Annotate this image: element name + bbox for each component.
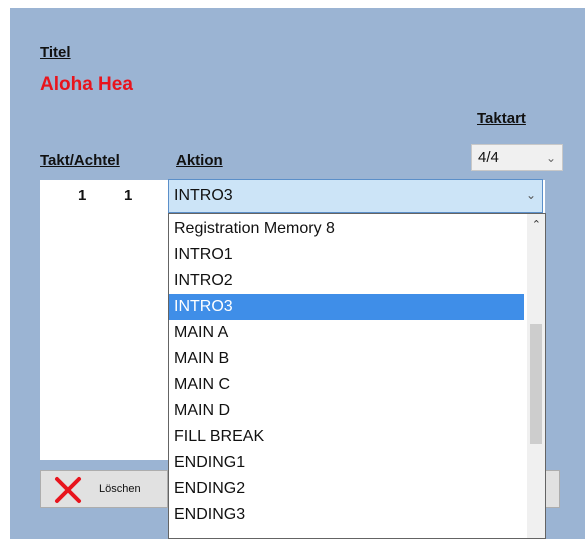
- chevron-down-icon: ⌄: [545, 151, 556, 165]
- dropdown-option[interactable]: Registration Memory 8: [169, 216, 524, 242]
- scrollbar-thumb[interactable]: [530, 324, 542, 444]
- dropdown-option[interactable]: ENDING2: [169, 476, 524, 502]
- dropdown-option[interactable]: MAIN A: [169, 320, 524, 346]
- aktion-dropdown-list[interactable]: Registration Memory 8 INTRO1 INTRO2 INTR…: [168, 213, 546, 539]
- dropdown-scrollbar[interactable]: ⌃: [527, 214, 545, 538]
- delete-button[interactable]: Löschen: [40, 470, 168, 508]
- dropdown-option[interactable]: MAIN C: [169, 372, 524, 398]
- taktart-label: Taktart: [477, 110, 526, 127]
- delete-x-icon: [55, 477, 81, 503]
- dropdown-option[interactable]: INTRO1: [169, 242, 524, 268]
- dropdown-option-selected[interactable]: INTRO3: [169, 294, 524, 320]
- song-title: Aloha Hea: [40, 74, 133, 95]
- taktart-select[interactable]: 4/4 ⌄: [471, 144, 563, 171]
- aktion-combobox[interactable]: INTRO3 ⌄: [168, 179, 543, 213]
- dropdown-option[interactable]: MAIN D: [169, 398, 524, 424]
- delete-button-label: Löschen: [99, 483, 141, 495]
- dropdown-option[interactable]: ENDING3: [169, 502, 524, 528]
- title-label: Titel: [40, 44, 71, 61]
- row-takt: 1: [78, 187, 87, 204]
- chevron-down-icon[interactable]: ⌄: [526, 188, 536, 202]
- column-header-takt-achtel: Takt/Achtel: [40, 152, 120, 169]
- dropdown-option[interactable]: MAIN B: [169, 346, 524, 372]
- action-button-partial[interactable]: [546, 470, 560, 508]
- aktion-value: INTRO3: [174, 187, 233, 204]
- dropdown-option[interactable]: INTRO2: [169, 268, 524, 294]
- chevron-up-icon[interactable]: ⌃: [532, 218, 541, 231]
- column-header-aktion: Aktion: [176, 152, 223, 169]
- dropdown-option[interactable]: FILL BREAK: [169, 424, 524, 450]
- dropdown-option[interactable]: ENDING1: [169, 450, 524, 476]
- taktart-value: 4/4: [478, 149, 499, 166]
- row-achtel: 1: [124, 187, 133, 204]
